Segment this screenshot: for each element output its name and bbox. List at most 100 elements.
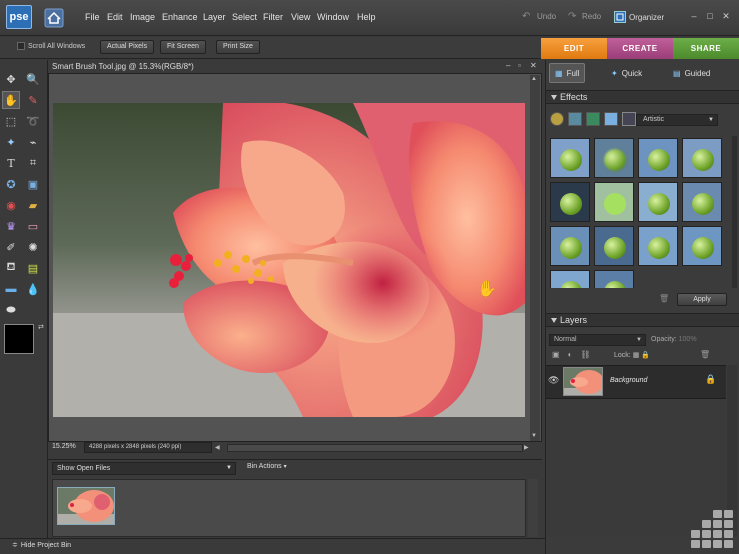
layers-panel-header[interactable]: Layers (546, 313, 739, 327)
effect-thumb[interactable] (594, 138, 634, 178)
tab-create[interactable]: CREATE (607, 38, 673, 59)
document-vertical-scrollbar[interactable] (530, 75, 540, 443)
checkbox-icon[interactable] (17, 42, 25, 50)
foreground-color-swatch[interactable] (4, 324, 34, 354)
hand-tool-icon[interactable]: ✋ (2, 91, 20, 109)
effect-thumb[interactable] (594, 226, 634, 266)
menu-select[interactable]: Select (232, 12, 257, 22)
magic-wand-icon[interactable]: ✦ (2, 133, 20, 151)
scroll-all-checkbox[interactable]: Scroll All Windows (17, 42, 85, 50)
close-icon[interactable]: ✕ (720, 10, 732, 22)
effect-thumb[interactable] (550, 270, 590, 288)
effect-thumb[interactable] (550, 138, 590, 178)
subtab-guided[interactable]: ▤ Guided (668, 63, 715, 83)
scroll-left-icon[interactable]: ◀ (215, 444, 220, 451)
clone-stamp-icon[interactable]: ♛ (2, 217, 20, 235)
blur-tool-icon[interactable]: 💧 (24, 280, 42, 298)
smart-brush-icon[interactable]: ✺ (24, 238, 42, 256)
lasso-tool-icon[interactable]: ➰ (24, 112, 42, 130)
effect-thumb[interactable] (682, 226, 722, 266)
red-eye-icon[interactable]: ◉ (2, 196, 20, 214)
menu-help[interactable]: Help (357, 12, 376, 22)
undo-button[interactable]: Undo (537, 12, 556, 21)
document-horizontal-scrollbar[interactable] (227, 444, 523, 452)
bin-thumbnail[interactable] (57, 487, 115, 525)
apply-button[interactable]: Apply (677, 293, 727, 306)
scroll-right-icon[interactable]: ▶ (524, 444, 529, 451)
undo-icon[interactable]: ↶ (522, 11, 530, 22)
crop-tool-icon[interactable]: ⌗ (24, 154, 42, 172)
blend-mode-dropdown[interactable]: Normal ▼ (549, 334, 646, 346)
effects-category-dropdown[interactable]: Artistic ▼ (636, 114, 718, 126)
organizer-button[interactable]: Organizer (614, 10, 664, 24)
menu-image[interactable]: Image (130, 12, 155, 22)
healing-brush-icon[interactable]: ▰ (24, 196, 42, 214)
menu-view[interactable]: View (291, 12, 310, 22)
subtab-full[interactable]: ▦ Full (549, 63, 586, 83)
photo-effects-icon[interactable] (586, 112, 600, 126)
layer-styles-icon[interactable] (568, 112, 582, 126)
paint-bucket-icon[interactable]: ⛾ (2, 259, 20, 277)
doc-restore-icon[interactable]: ▫ (518, 61, 521, 70)
doc-minimize-icon[interactable]: – (506, 61, 510, 70)
effects-scrollbar[interactable] (732, 136, 737, 288)
effect-thumb[interactable] (550, 182, 590, 222)
marquee-tool-icon[interactable]: ⬚ (2, 112, 20, 130)
fit-screen-button[interactable]: Fit Screen (160, 40, 206, 54)
effect-thumb[interactable] (550, 226, 590, 266)
delete-layer-icon[interactable]: 🗑 (700, 350, 710, 359)
trash-icon[interactable]: 🗑 (659, 294, 669, 303)
menu-layer[interactable]: Layer (203, 12, 226, 22)
effect-thumb[interactable] (682, 138, 722, 178)
filters-icon[interactable] (550, 112, 564, 126)
zoom-tool-icon[interactable]: 🔍 (24, 70, 42, 88)
brush-tool-icon[interactable]: ✐ (2, 238, 20, 256)
bin-scrollbar[interactable] (528, 479, 538, 537)
move-tool-icon[interactable]: ✥ (2, 70, 20, 88)
lock-all-icon[interactable]: 🔒 (641, 352, 650, 359)
opacity-control[interactable]: Opacity: 100% (651, 336, 697, 343)
visibility-eye-icon[interactable]: 👁 (548, 375, 559, 386)
scroll-down-icon[interactable]: ▼ (531, 433, 537, 439)
maximize-icon[interactable]: □ (704, 10, 716, 22)
minimize-icon[interactable]: – (688, 10, 700, 22)
styles-icon[interactable] (604, 112, 618, 126)
scroll-up-icon[interactable]: ▲ (531, 76, 537, 82)
effects-panel-header[interactable]: Effects (546, 90, 739, 104)
print-size-button[interactable]: Print Size (216, 40, 260, 54)
swap-colors-icon[interactable]: ⇄ (38, 323, 44, 331)
sponge-tool-icon[interactable]: ⬬ (2, 301, 20, 319)
menu-filter[interactable]: Filter (263, 12, 283, 22)
adjustment-layer-icon[interactable]: ◐ (568, 350, 573, 359)
type-tool-icon[interactable]: T (2, 154, 20, 172)
effect-thumb[interactable] (638, 138, 678, 178)
cookie-cutter-icon[interactable]: ✪ (2, 175, 20, 193)
doc-close-icon[interactable]: ✕ (530, 61, 537, 70)
show-all-icon[interactable] (622, 112, 636, 126)
resize-grip-icon[interactable] (689, 508, 737, 552)
redo-button[interactable]: Redo (582, 12, 601, 21)
effect-thumb[interactable] (638, 182, 678, 222)
selection-brush-icon[interactable]: ⌁ (24, 133, 42, 151)
tab-edit[interactable]: EDIT (541, 38, 607, 59)
tab-share[interactable]: SHARE (673, 38, 739, 59)
menu-edit[interactable]: Edit (107, 12, 123, 22)
lock-transparent-icon[interactable]: ▦ (633, 352, 640, 359)
effect-thumb[interactable] (682, 182, 722, 222)
recompose-icon[interactable]: ▣ (24, 175, 42, 193)
bin-actions-menu[interactable]: Bin Actions ▾ (247, 463, 287, 470)
effect-thumb[interactable] (638, 226, 678, 266)
shape-tool-icon[interactable]: ▬ (2, 280, 20, 298)
link-layers-icon[interactable]: ⛓ (580, 350, 590, 359)
menu-file[interactable]: File (85, 12, 100, 22)
eyedropper-icon[interactable]: ✎ (24, 91, 42, 109)
redo-icon[interactable]: ↷ (568, 11, 576, 22)
gradient-tool-icon[interactable]: ▤ (24, 259, 42, 277)
subtab-quick[interactable]: ✦ Quick (606, 63, 647, 83)
effect-thumb[interactable] (594, 182, 634, 222)
hide-project-bin-button[interactable]: ≑ Hide Project Bin (12, 541, 71, 550)
eraser-icon[interactable]: ▭ (24, 217, 42, 235)
hibiscus-photo[interactable]: ✋ (53, 103, 525, 417)
effect-thumb[interactable] (594, 270, 634, 288)
menu-window[interactable]: Window (317, 12, 349, 22)
